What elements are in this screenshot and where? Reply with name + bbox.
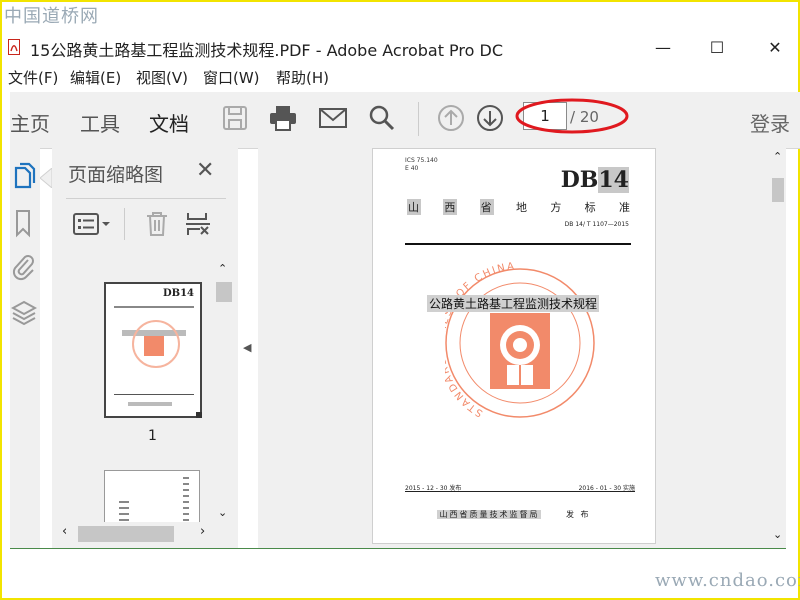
login-link[interactable]: 登录 [750, 108, 790, 137]
province-char: 山 [407, 199, 421, 215]
delete-page-icon[interactable] [144, 210, 170, 238]
province-standard-line: 山 西 省 地 方 标 准 [407, 199, 631, 215]
header-rule [405, 243, 631, 245]
scroll-down-arrow-icon[interactable]: ⌄ [218, 506, 227, 519]
publisher-name: 山西省质量技术监督局 [437, 510, 542, 519]
collapse-panel-icon[interactable]: ◀ [243, 341, 251, 354]
thumbnail-options-icon[interactable] [72, 210, 112, 238]
status-divider [10, 548, 786, 549]
page-total: / 20 [570, 108, 599, 126]
document-title: 公路黄土路基工程监测技术规程 [427, 295, 600, 312]
scroll-right-arrow-icon[interactable]: › [200, 524, 205, 539]
publisher-line: 山西省质量技术监督局 发 布 [373, 509, 655, 520]
standard-badge: DB14 [561, 167, 629, 193]
watermark-bottom: www.cndao.com [655, 570, 800, 591]
page-thumbnails-icon[interactable] [11, 162, 37, 192]
thumb-resize-handle[interactable] [196, 412, 202, 418]
province-char: 方 [550, 201, 563, 214]
print-icon[interactable] [268, 104, 298, 132]
menu-help[interactable]: 帮助(H) [276, 67, 329, 88]
province-char: 地 [515, 201, 528, 214]
document-scroll-thumb[interactable] [772, 178, 784, 202]
thumb2-lines-right [183, 477, 189, 522]
document-vertical-scrollbar[interactable]: ⌃ ⌄ [770, 148, 786, 546]
document-page: ICS 75.140 E 40 DB14 山 西 省 地 方 标 准 DB 14… [372, 148, 656, 544]
panel-pointer-icon [40, 168, 52, 188]
doc-scroll-down-icon[interactable]: ⌄ [773, 528, 782, 541]
tab-document[interactable]: 文档 [149, 108, 189, 137]
thumb-db14: DB14 [162, 288, 194, 299]
toolbar-separator [418, 102, 419, 136]
publish-word: 发 布 [566, 510, 591, 519]
tab-tools[interactable]: 工具 [80, 108, 120, 137]
menu-file[interactable]: 文件(F) [8, 67, 58, 88]
pdf-file-icon [8, 39, 20, 55]
page-thumbnail-2[interactable] [104, 470, 200, 522]
previous-page-icon[interactable] [437, 104, 465, 132]
thumbnail-vertical-scrollbar[interactable]: ⌃ ⌄ [214, 260, 234, 522]
thumbnail-page-number: 1 [148, 428, 157, 444]
page-number-input[interactable]: 1 [523, 102, 567, 130]
tab-home[interactable]: 主页 [10, 108, 50, 137]
close-button[interactable]: ✕ [752, 32, 798, 62]
toolbar: 主页 工具 文档 1 / 20 登录 [10, 92, 800, 149]
layers-icon[interactable] [11, 298, 37, 328]
thumbnail-scroll-thumb[interactable] [216, 282, 232, 302]
scroll-left-arrow-icon[interactable]: ‹ [62, 524, 67, 539]
province-char: 准 [618, 201, 631, 214]
menu-view[interactable]: 视图(V) [136, 67, 188, 88]
publisher-seal-logo: STANDARDS PRESS OF CHINA [445, 261, 595, 418]
panel-divider [66, 198, 226, 199]
standard-number: DB 14/ T 1107—2015 [564, 221, 629, 228]
thumb2-lines-left [119, 501, 129, 522]
thumbnails-panel-title: 页面缩略图 [68, 164, 164, 186]
thumb-footer-line [114, 394, 194, 395]
title-bar: 15公路黄土路基工程监测技术规程.PDF - Adobe Acrobat Pro… [0, 30, 800, 64]
options-divider [124, 208, 125, 240]
thumb-rule [114, 306, 194, 308]
thumbnails-panel: 页面缩略图 ✕ DB14 1 ⌃ ⌄ ‹ › [52, 148, 238, 548]
save-icon[interactable] [221, 104, 249, 132]
next-page-icon[interactable] [476, 104, 504, 132]
menu-bar: 文件(F) 编辑(E) 视图(V) 窗口(W) 帮助(H) [0, 66, 800, 88]
province-char: 西 [443, 199, 458, 215]
left-rail [10, 148, 40, 548]
thumbnail-list: DB14 [66, 260, 212, 522]
bookmark-icon[interactable] [11, 208, 37, 238]
menu-window[interactable]: 窗口(W) [203, 67, 260, 88]
scroll-up-arrow-icon[interactable]: ⌃ [218, 262, 227, 275]
search-icon[interactable] [368, 104, 396, 132]
document-viewer: ICS 75.140 E 40 DB14 山 西 省 地 方 标 准 DB 14… [258, 148, 786, 548]
thumbnail-hscroll-thumb[interactable] [78, 526, 174, 542]
watermark-top: 中国道桥网 [4, 6, 99, 27]
minimize-button[interactable]: — [640, 32, 686, 62]
window-title: 15公路黄土路基工程监测技术规程.PDF - Adobe Acrobat Pro… [30, 41, 504, 60]
thumb-publisher-bar [128, 402, 172, 406]
province-char: 标 [584, 201, 597, 214]
doc-scroll-up-icon[interactable]: ⌃ [773, 150, 782, 163]
page-thumbnail-1[interactable]: DB14 [104, 282, 202, 418]
db-code: 14 [598, 167, 629, 193]
page-ics-code: ICS 75.140 [405, 157, 438, 164]
province-char: 省 [479, 199, 494, 215]
attachment-icon[interactable] [11, 252, 37, 282]
page-ccs-code: E 40 [405, 165, 419, 172]
menu-edit[interactable]: 编辑(E) [70, 67, 121, 88]
thumb-seal-center [144, 336, 164, 356]
footer-rule [405, 491, 635, 492]
thumbnail-horizontal-scrollbar[interactable]: ‹ › [56, 522, 214, 544]
db-prefix: DB [560, 167, 599, 193]
maximize-button[interactable]: ☐ [694, 32, 740, 62]
email-icon[interactable] [318, 104, 348, 132]
insert-page-icon[interactable] [184, 210, 212, 238]
close-panel-button[interactable]: ✕ [196, 158, 214, 183]
